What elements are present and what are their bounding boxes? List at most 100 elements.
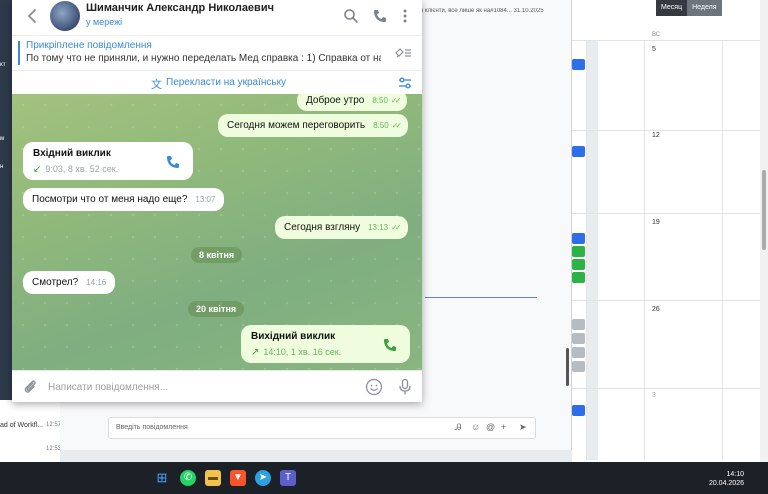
pinned-title: Прикріплене повідомлення <box>26 40 152 51</box>
taskbar: ⊞ ✆ ▬ ▼ ➤ T 14:10 20.04.2026 <box>0 462 768 494</box>
message-outgoing[interactable]: Сегодня можем переговорить 8:50 ✓✓ <box>218 114 409 137</box>
translate-button[interactable]: Перекласти на українську <box>166 77 286 88</box>
calendar-day[interactable]: 5 <box>652 46 656 53</box>
calendar-event[interactable] <box>572 272 585 283</box>
phone-call-icon[interactable] <box>372 8 388 24</box>
message-outgoing[interactable]: Сегодня взгляну 13:13 ✓✓ <box>275 216 408 239</box>
calendar-event[interactable] <box>572 59 585 70</box>
windows-icon[interactable]: ⊞ <box>154 470 170 486</box>
call-detail: 14:10, 1 хв. 16 сек. <box>263 347 342 357</box>
emoji-icon[interactable] <box>365 378 383 396</box>
date-separator: 20 квітня <box>188 301 245 317</box>
calendar-event[interactable] <box>572 361 585 372</box>
outgoing-arrow-icon: ↗ <box>251 347 260 358</box>
calendar-day[interactable]: 3 <box>652 392 656 399</box>
read-checkmarks-icon: ✓✓ <box>391 121 403 130</box>
message-time: 14:16 <box>86 278 107 287</box>
calendar-gutter <box>586 40 598 460</box>
message-incoming[interactable]: Посмотри что от меня надо еще? 13:07 <box>23 188 225 211</box>
grid-line <box>572 388 768 389</box>
more-options-icon[interactable] <box>397 8 413 24</box>
scrollbar-thumb[interactable] <box>762 170 766 250</box>
microphone-icon[interactable] <box>398 378 412 396</box>
brave-icon[interactable]: ▼ <box>230 470 246 486</box>
calendar-event[interactable] <box>572 333 585 344</box>
nav-mark: н <box>0 164 4 170</box>
message-time: 8:50 <box>372 96 388 105</box>
message-text: Сегодня взгляну <box>284 222 361 233</box>
list-item-time: 12:57 <box>46 422 62 428</box>
month-view-button[interactable]: Месяц <box>656 0 688 16</box>
grid-line <box>586 40 587 460</box>
message-text: Смотрел? <box>32 277 79 288</box>
message-incoming[interactable]: Смотрел? 14:16 <box>23 271 116 294</box>
clock-date: 20.04.2026 <box>708 480 744 487</box>
outgoing-call-message[interactable]: Вихідний виклик ↗ 14:10, 1 хв. 16 сек. <box>241 325 410 363</box>
call-back-icon[interactable] <box>382 337 398 353</box>
grid-line <box>572 213 768 214</box>
calendar-day[interactable]: 26 <box>652 306 660 313</box>
back-arrow-icon[interactable] <box>22 6 42 26</box>
call-title: Вхідний виклик <box>33 148 111 159</box>
call-back-icon[interactable] <box>165 154 181 170</box>
calendar-day[interactable]: 12 <box>652 132 660 139</box>
telegram-icon[interactable]: ➤ <box>255 470 271 486</box>
message-input[interactable] <box>48 377 348 397</box>
divider <box>425 297 537 298</box>
contact-name[interactable]: Шиманчик Александр Николаевич <box>86 2 274 14</box>
paperclip-icon[interactable] <box>22 378 38 396</box>
calendar-event[interactable] <box>572 347 585 358</box>
message-area[interactable]: Доброе утро 8:50 ✓✓ Сегодня можем перегово… <box>12 94 422 370</box>
calendar-event[interactable] <box>572 233 585 244</box>
pinned-list-icon[interactable] <box>394 46 412 60</box>
grid-line <box>572 130 768 131</box>
send-icon[interactable]: ➤ <box>519 422 527 433</box>
scrollbar-thumb[interactable] <box>566 348 569 386</box>
teams-icon[interactable]: T <box>280 470 296 486</box>
mention-icon[interactable]: @ <box>486 422 495 432</box>
background-compose-field[interactable]: Введіть повідомлення Ꭿ ☺ @ + ➤ <box>108 417 536 439</box>
translate-settings-icon[interactable] <box>398 76 412 90</box>
background-side-nav: кт м н <box>0 0 12 462</box>
calendar-event[interactable] <box>572 246 585 257</box>
compose-placeholder: Введіть повідомлення <box>116 424 188 431</box>
grid-line <box>722 40 723 460</box>
emoji-icon[interactable]: ☺ <box>471 422 480 432</box>
nav-mark: кт <box>0 62 6 68</box>
search-icon[interactable] <box>343 8 359 24</box>
read-checkmarks-icon: ✓✓ <box>390 96 402 105</box>
message-time: 13:07 <box>195 195 216 204</box>
call-title: Вихідний виклик <box>251 331 336 342</box>
call-detail: 9:03, 8 хв. 52 сек. <box>45 164 119 174</box>
calendar-event[interactable] <box>572 146 585 157</box>
system-clock[interactable]: 14:10 20.04.2026 <box>709 470 744 488</box>
incoming-call-message[interactable]: Вхідний виклик ↙ 9:03, 8 хв. 52 сек. <box>23 142 193 180</box>
chat-header: Шиманчик Александр Николаевич у мережі <box>12 0 422 34</box>
message-composer <box>12 370 422 402</box>
list-item[interactable]: ad of Workfl... 12:57 <box>0 422 62 429</box>
week-view-button[interactable]: Неделя <box>687 0 722 16</box>
scrollbar[interactable] <box>760 0 768 462</box>
folder-icon[interactable]: ▬ <box>205 470 221 486</box>
calendar-event[interactable] <box>572 405 585 416</box>
calendar-event[interactable] <box>572 319 585 330</box>
avatar[interactable] <box>50 1 80 31</box>
calendar-view-switch: Месяц Неделя <box>656 0 722 16</box>
background-calendar <box>572 0 768 462</box>
incoming-arrow-icon: ↙ <box>33 164 42 175</box>
format-icon[interactable]: Ꭿ <box>455 422 462 433</box>
list-item-text: ad of Workfl... <box>0 422 44 429</box>
contact-status: у мережі <box>86 17 123 27</box>
read-checkmarks-icon: ✓✓ <box>391 223 402 232</box>
whatsapp-icon[interactable]: ✆ <box>180 470 196 486</box>
calendar-event[interactable] <box>572 259 585 270</box>
translate-icon[interactable]: 文 <box>151 76 162 92</box>
background-snippet: в клієнти, все лише як на#1084... 31.10.… <box>420 8 544 14</box>
background-chat-list: ad of Workfl... 12:57 12:53 <box>0 400 62 462</box>
message-outgoing[interactable]: Доброе утро 8:50 ✓✓ <box>297 94 408 111</box>
pinned-message-bar[interactable]: Прикріплене повідомлення По тому что не … <box>12 35 422 69</box>
plus-icon[interactable]: + <box>501 422 506 432</box>
translate-bar: 文 Перекласти на українську <box>12 70 422 94</box>
calendar-day[interactable]: 19 <box>652 219 660 226</box>
pinned-text: По тому что не приняли, и нужно передела… <box>26 53 381 64</box>
